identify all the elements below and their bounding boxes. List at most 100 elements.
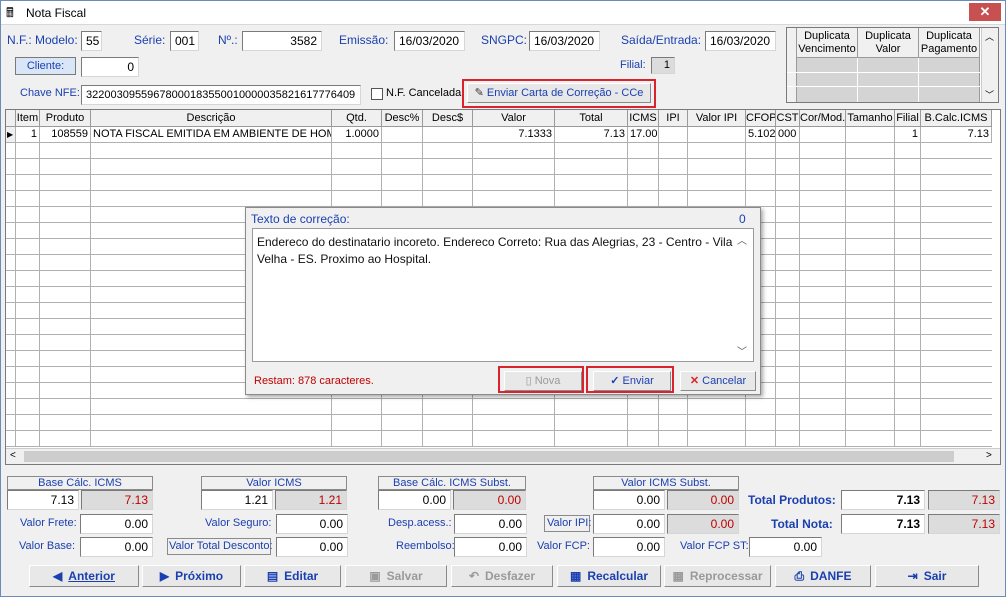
title-bar: 🖩 Nota Fiscal ✕ — [1, 1, 1005, 25]
base-subst-field[interactable]: 0.00 — [378, 490, 451, 510]
base-icms-ref: 7.13 — [81, 490, 153, 510]
grid-col-header[interactable]: B.Calc.ICMS — [921, 110, 992, 127]
grid-cell-total[interactable]: 7.13 — [555, 127, 628, 143]
cancelar-button[interactable]: ✕ Cancelar — [680, 371, 756, 391]
total-nota-label: Total Nota: — [771, 517, 833, 531]
anterior-button[interactable]: ◀ Anterior — [29, 565, 139, 587]
grid-cell-cor_mod[interactable] — [800, 127, 846, 143]
reprocess-icon: ▦ — [672, 569, 684, 583]
nf-modelo-field[interactable]: 55 — [81, 31, 102, 51]
grid-cell-ipi[interactable] — [659, 127, 688, 143]
recalcular-button[interactable]: ▦ Recalcular — [557, 565, 661, 587]
window-title: Nota Fiscal — [26, 6, 87, 20]
grid-cell-desc_val[interactable] — [423, 127, 473, 143]
sngpc-label: SNGPC: — [481, 33, 528, 47]
grid-col-header[interactable]: Desc% — [382, 110, 423, 127]
grid-col-header[interactable]: Valor IPI — [688, 110, 746, 127]
duplicatas-table: Duplicata Vencimento Duplicata Valor Dup… — [786, 27, 999, 103]
dup-scrollbar[interactable]: ︿ ﹀ — [981, 28, 998, 102]
desp-acess-field[interactable]: 0.00 — [454, 514, 527, 534]
valor-base-label: Valor Base: — [19, 540, 76, 552]
grid-cell-bcalc[interactable]: 7.13 — [921, 127, 992, 143]
valor-fcp-st-field[interactable]: 0.00 — [749, 537, 822, 557]
sngpc-field[interactable]: 16/03/2020 — [529, 31, 600, 51]
correction-dialog: Texto de correção: 0 Endereco do destina… — [245, 207, 761, 395]
grid-cell-filial[interactable]: 1 — [895, 127, 921, 143]
grid-horizontal-scrollbar[interactable]: < > — [6, 448, 1000, 464]
grid-col-header[interactable]: Tamanho — [846, 110, 895, 127]
chave-nfe-field[interactable]: 3220030955967800018355001000003582161777… — [81, 85, 361, 105]
grid-col-header[interactable]: ICMS — [628, 110, 659, 127]
scroll-left-icon[interactable]: < — [10, 450, 16, 461]
grid-cell-item[interactable]: 1 — [16, 127, 40, 143]
grid-col-header[interactable]: IPI — [659, 110, 688, 127]
valor-subst-title: Valor ICMS Subst. — [593, 476, 739, 490]
scroll-up-icon[interactable]: ︿ — [737, 232, 747, 247]
grid-col-header[interactable]: Produto — [40, 110, 91, 127]
total-nota-ref: 7.13 — [928, 514, 1000, 534]
grid-cell-valor[interactable]: 7.1333 — [473, 127, 555, 143]
seguro-field[interactable]: 0.00 — [276, 514, 348, 534]
valor-ipi-field[interactable]: 0.00 — [593, 514, 665, 534]
base-icms-field[interactable]: 7.13 — [7, 490, 79, 510]
reembolso-field[interactable]: 0.00 — [454, 537, 527, 557]
grid-col-header[interactable]: Desc$ — [423, 110, 473, 127]
valor-total-desconto-field[interactable]: 0.00 — [276, 537, 348, 557]
salvar-label: Salvar — [386, 569, 423, 583]
serie-field[interactable]: 001 — [170, 31, 199, 51]
saida-entrada-field[interactable]: 16/03/2020 — [705, 31, 776, 51]
cliente-field[interactable]: 0 — [81, 57, 139, 77]
sair-button[interactable]: ⇥ Sair — [875, 565, 979, 587]
scroll-up-icon: ︿ — [985, 32, 995, 42]
scroll-right-icon[interactable]: > — [986, 450, 992, 461]
frete-field[interactable]: 0.00 — [80, 514, 153, 534]
nf-cancelada-checkbox[interactable] — [371, 88, 383, 100]
grid-col-header[interactable]: CST — [776, 110, 800, 127]
grid-col-header[interactable]: Item — [16, 110, 40, 127]
grid-cell-valor_ipi[interactable] — [688, 127, 746, 143]
valor-fcp-field[interactable]: 0.00 — [593, 537, 665, 557]
emissao-field[interactable]: 16/03/2020 — [394, 31, 465, 51]
scroll-down-icon[interactable]: ﹀ — [737, 343, 747, 358]
grid-col-header[interactable]: Qtd. — [332, 110, 382, 127]
valor-ipi-label: Valor IPI: — [547, 517, 592, 529]
valor-icms-ref: 1.21 — [275, 490, 347, 510]
grid-cell-descricao[interactable]: NOTA FISCAL EMITIDA EM AMBIENTE DE HOMOL… — [91, 127, 332, 143]
chave-nfe-label: Chave NFE: — [20, 87, 80, 99]
close-button[interactable]: ✕ — [969, 3, 1001, 21]
proximo-button[interactable]: ▶ Próximo — [142, 565, 241, 587]
grid-col-header[interactable]: Filial — [895, 110, 921, 127]
correction-textarea[interactable]: Endereco do destinatario incoreto. Ender… — [252, 228, 754, 362]
grid-cell-tamanho[interactable] — [846, 127, 895, 143]
grid-cell-produto[interactable]: 108559 — [40, 127, 91, 143]
reprocessar-button[interactable]: ▦ Reprocessar — [664, 565, 771, 587]
highlight-enviar — [586, 366, 674, 393]
grid-cell-cst[interactable]: 000 — [776, 127, 800, 143]
grid-col-header[interactable]: Total — [555, 110, 628, 127]
grid-col-header[interactable]: Cor/Mod. — [800, 110, 846, 127]
valor-icms-field[interactable]: 1.21 — [201, 490, 273, 510]
base-subst-title: Base Cálc. ICMS Subst. — [378, 476, 526, 490]
scroll-thumb[interactable] — [24, 451, 954, 462]
grid-col-header[interactable]: Descrição — [91, 110, 332, 127]
salvar-button[interactable]: ▣ Salvar — [345, 565, 447, 587]
valor-base-field[interactable]: 0.00 — [80, 537, 153, 557]
printer-icon: ⎙ — [794, 569, 805, 583]
grid-cell-desc_pct[interactable] — [382, 127, 423, 143]
danfe-button[interactable]: ⎙ DANFE — [775, 565, 871, 587]
grid-col-header[interactable]: Valor — [473, 110, 555, 127]
grid-col-header[interactable]: CFOP — [746, 110, 776, 127]
grid-cell-cfop[interactable]: 5.102 — [746, 127, 776, 143]
nota-fiscal-window: 🖩 Nota Fiscal ✕ N.F.: Modelo: 55 Série: … — [0, 0, 1006, 597]
emissao-label: Emissão: — [339, 33, 389, 47]
desfazer-button[interactable]: ↶ Desfazer — [451, 565, 553, 587]
editar-button[interactable]: ▤ Editar — [244, 565, 341, 587]
total-produtos-field: 7.13 — [841, 490, 925, 510]
valor-subst-field[interactable]: 0.00 — [593, 490, 665, 510]
cliente-button[interactable]: Cliente: — [15, 57, 76, 75]
filial-field: 1 — [651, 57, 675, 74]
valor-fcp-label: Valor FCP: — [537, 540, 590, 552]
grid-cell-icms[interactable]: 17.00 — [628, 127, 659, 143]
grid-cell-qtd[interactable]: 1.0000 — [332, 127, 382, 143]
numero-field[interactable]: 3582 — [242, 31, 322, 51]
